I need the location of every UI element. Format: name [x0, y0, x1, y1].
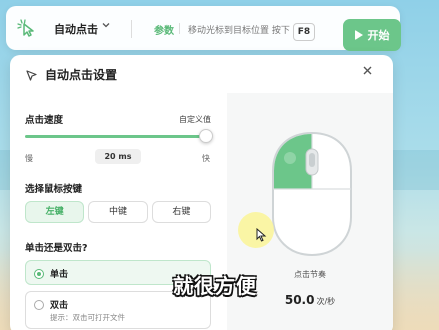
- mouse-button-group: 左键 中键 右键: [25, 201, 211, 223]
- mouse-button-label: 选择鼠标按键: [25, 184, 83, 195]
- mouse-cursor-icon: [256, 228, 267, 242]
- click-type-label: 单击还是双击?: [25, 243, 88, 254]
- speed-slider-thumb[interactable]: [199, 129, 213, 143]
- dialog-title: 自动点击设置: [45, 68, 118, 82]
- double-click-label: 双击: [50, 301, 69, 311]
- click-rate-value: 50.0: [284, 293, 315, 307]
- click-rate-unit: 次/秒: [316, 297, 336, 306]
- left-button-option[interactable]: 左键: [25, 201, 85, 223]
- toolbar-divider: [179, 23, 180, 34]
- top-toolbar: 自动点击 参数 移动光标到目标位置 按下 F8 开始: [6, 6, 401, 51]
- hotkey-hint: 移动光标到目标位置 按下: [188, 26, 290, 36]
- double-click-radio[interactable]: [34, 300, 44, 310]
- speed-slider-track[interactable]: [25, 135, 205, 138]
- speed-label: 点击速度: [25, 115, 64, 126]
- hotkey-badge[interactable]: F8: [293, 23, 315, 41]
- close-icon[interactable]: [362, 65, 373, 80]
- right-button-option[interactable]: 右键: [151, 201, 211, 223]
- speed-value-badge: 20 ms: [95, 149, 141, 164]
- single-click-label: 单击: [50, 270, 69, 280]
- custom-value-link[interactable]: 自定义值: [179, 114, 211, 125]
- start-button[interactable]: 开始: [343, 19, 401, 51]
- video-caption: 就很方便: [173, 274, 257, 298]
- double-click-hint: 提示：双击可打开文件: [50, 313, 125, 322]
- mouse-left-button-icon: [272, 131, 352, 257]
- toolbar-divider: [131, 20, 132, 38]
- start-button-label: 开始: [367, 29, 390, 42]
- slow-label: 慢: [25, 154, 33, 163]
- fast-label: 快: [202, 154, 210, 163]
- param-tab[interactable]: 参数: [154, 22, 174, 37]
- chevron-down-icon[interactable]: [101, 20, 111, 33]
- cursor-click-icon[interactable]: [16, 18, 36, 38]
- single-click-radio[interactable]: [34, 269, 44, 279]
- play-icon: [354, 30, 363, 40]
- dialog-header: 自动点击设置: [10, 55, 393, 93]
- middle-button-option[interactable]: 中键: [88, 201, 148, 223]
- cursor-pointer-icon: [25, 67, 38, 81]
- mode-selector[interactable]: 自动点击: [54, 21, 98, 37]
